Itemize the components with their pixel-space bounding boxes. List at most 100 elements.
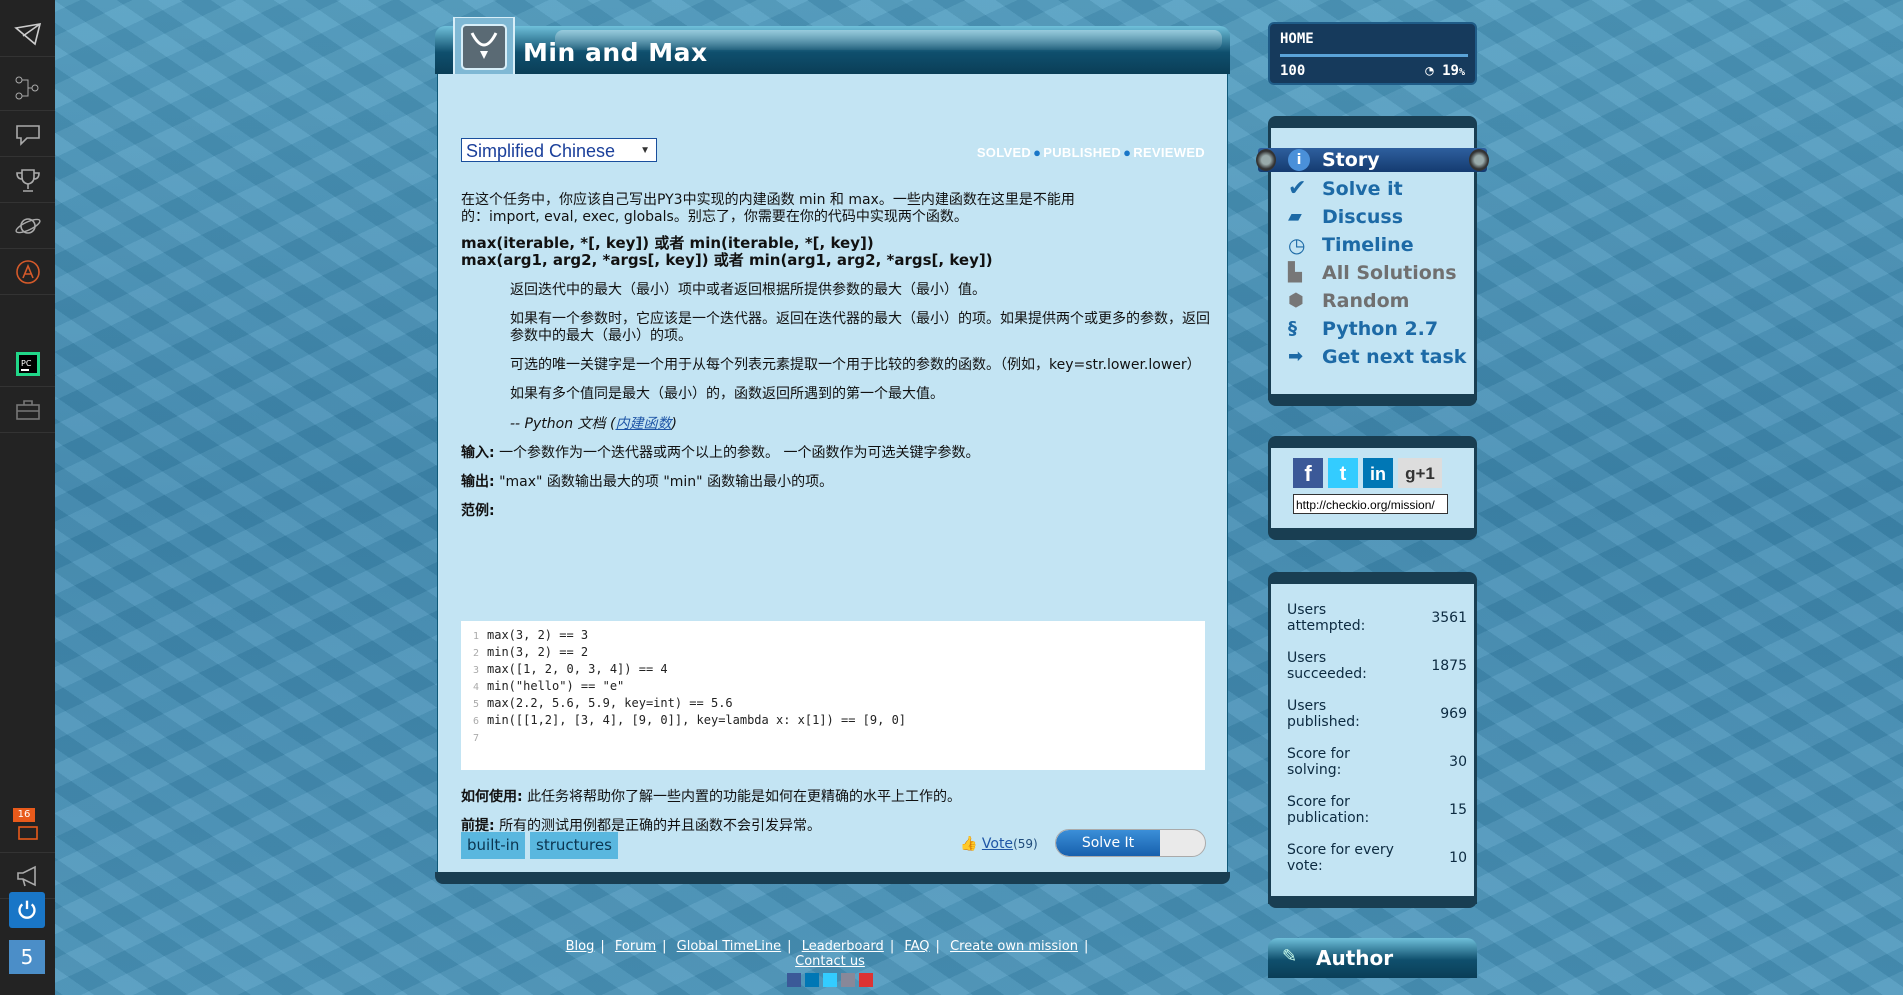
- twitter-icon[interactable]: [823, 973, 837, 987]
- description-2: 如果有一个参数时，它应该是一个迭代器。返回在迭代器的最大（最小）的项。如果提供两…: [510, 311, 1210, 344]
- panel-bottom: [435, 872, 1230, 884]
- vote-link[interactable]: Vote: [982, 836, 1013, 852]
- mail-icon[interactable]: [0, 12, 55, 57]
- home-points: 100: [1280, 63, 1306, 79]
- mission-content: Simplified Chinese ▼ SOLVED ● PUBLISHED ● REV…: [437, 74, 1228, 873]
- chevron-down-icon: ▼: [640, 145, 650, 156]
- menu-python-27[interactable]: § Python 2.7: [1288, 317, 1438, 341]
- output-section: 输出: "max" 函数输出最大的项 "min" 函数输出最小的项。: [461, 474, 834, 490]
- twitter-icon[interactable]: t: [1328, 458, 1358, 488]
- quill-icon: ✎: [1282, 946, 1298, 967]
- power-icon[interactable]: [9, 892, 45, 928]
- linkedin-icon[interactable]: [805, 973, 819, 987]
- footer-link-create-mission[interactable]: Create own mission: [950, 939, 1078, 954]
- doc-link[interactable]: 内建函数: [615, 416, 671, 432]
- tag-built-in[interactable]: built-in: [461, 832, 526, 859]
- menu-timeline[interactable]: ◷ Timeline: [1288, 233, 1414, 257]
- home-widget[interactable]: HOME 100 ◔ 19%: [1268, 22, 1477, 85]
- footer-link-blog[interactable]: Blog: [566, 939, 595, 954]
- menu-discuss[interactable]: ▰ Discuss: [1288, 205, 1403, 229]
- planet-icon[interactable]: [0, 204, 55, 249]
- share-icon[interactable]: [841, 973, 855, 987]
- footer-link-leaderboard[interactable]: Leaderboard: [802, 939, 884, 954]
- footer-link-forum[interactable]: Forum: [615, 939, 656, 954]
- email-icon[interactable]: [859, 973, 873, 987]
- menu-get-next-task[interactable]: ➡ Get next task: [1288, 345, 1466, 369]
- status-published: PUBLISHED: [1043, 145, 1122, 160]
- share-widget: f t in g+1 http://checkio.org/mission/: [1268, 448, 1477, 528]
- signature-1: max(iterable, *[, key]) 或者 min(iterable,…: [461, 234, 874, 252]
- mission-panel: Min and Max Simplified Chinese ▼ SOLVED ● P…: [435, 17, 1230, 887]
- stats-widget: Users attempted: 3561 Users succeeded: 187…: [1268, 584, 1477, 904]
- example-label: 范例:: [461, 503, 495, 519]
- footer: Blog | Forum | Global TimeLine | Leaderboar…: [540, 939, 1120, 987]
- linkedin-icon[interactable]: in: [1363, 458, 1393, 488]
- menu-all-solutions[interactable]: ▙ All Solutions: [1288, 261, 1457, 285]
- tree-icon[interactable]: [0, 66, 55, 111]
- signature-2: max(arg1, arg2, *args[, key]) 或者 min(arg…: [461, 251, 993, 269]
- footer-social: [540, 973, 1120, 987]
- home-progress: ◔ 19%: [1425, 63, 1465, 79]
- menu-random[interactable]: ⬢ Random: [1288, 289, 1409, 313]
- solutions-icon: ▙: [1288, 262, 1302, 283]
- footer-link-global-timeline[interactable]: Global TimeLine: [677, 939, 782, 954]
- intro-text: 在这个任务中，你应该自己写出PY3中实现的内建函数 min 和 max。一些内建…: [461, 192, 1075, 225]
- status-solved: SOLVED: [976, 145, 1032, 160]
- gauge-icon: ◔: [1425, 63, 1434, 79]
- share-url-field[interactable]: http://checkio.org/mission/: [1293, 494, 1448, 514]
- code-line: 7: [472, 733, 479, 744]
- menu-widget-top: [1268, 116, 1477, 128]
- menu-widget-bottom: [1268, 394, 1477, 406]
- language-select[interactable]: Simplified Chinese ▼: [461, 138, 657, 162]
- code-example: 1 max(3, 2) == 3 2 min(3, 2) == 2 3 max([1,…: [461, 621, 1205, 770]
- stat-row: Score for publication: 15: [1287, 794, 1467, 826]
- stat-row: Users succeeded: 1875: [1287, 650, 1467, 682]
- svg-text:PC: PC: [21, 359, 32, 368]
- check-icon: ✔: [1288, 176, 1307, 201]
- notification-count: 16: [13, 808, 35, 822]
- stat-row: Users published: 969: [1287, 698, 1467, 730]
- stat-row: Score for every vote: 10: [1287, 842, 1467, 874]
- howto-section: 如何使用: 此任务将帮助你了解一些内置的功能是如何在更精确的水平上工作的。: [461, 789, 962, 805]
- pycharm-icon[interactable]: PC: [0, 342, 55, 387]
- status-reviewed: REVIEWED: [1133, 145, 1205, 160]
- footer-link-faq[interactable]: FAQ: [904, 939, 929, 954]
- arrow-icon: ➡: [1288, 346, 1304, 367]
- doc-reference: -- Python 文档 (内建函数): [510, 416, 677, 432]
- user-level[interactable]: 5: [9, 940, 45, 974]
- trophy-icon[interactable]: [0, 158, 55, 203]
- stats-widget-top: [1268, 572, 1477, 584]
- mission-title: Min and Max: [523, 38, 708, 67]
- facebook-icon[interactable]: f: [1293, 458, 1323, 488]
- share-widget-bottom: [1268, 528, 1477, 540]
- author-header: ✎ Author: [1268, 938, 1477, 978]
- left-sidebar: PC 16 5: [0, 0, 55, 995]
- facebook-icon[interactable]: [787, 973, 801, 987]
- vote-count: (59): [1013, 837, 1038, 851]
- description-3: 可选的唯一关键字是一个用于从每个列表元素提取一个用于比较的参数的函数。（例如，k…: [510, 357, 1201, 373]
- stat-row: Users attempted: 3561: [1287, 602, 1467, 634]
- vote[interactable]: 👍 Vote(59): [960, 836, 1038, 852]
- menu-solve-it[interactable]: ✔ Solve it: [1288, 177, 1403, 201]
- description-1: 返回迭代中的最大（最小）项中或者返回根据所提供参数的最大（最小）值。: [510, 282, 986, 298]
- share-widget-top: [1268, 436, 1477, 448]
- menu-story[interactable]: i Story: [1288, 148, 1380, 172]
- briefcase-icon[interactable]: [0, 388, 55, 433]
- info-icon: i: [1288, 149, 1310, 171]
- mission-title-bar: Min and Max: [435, 26, 1230, 74]
- discuss-icon: ▰: [1288, 206, 1302, 227]
- description-4: 如果有多个值同是最大（最小）的，函数返回所遇到的第一个最大值。: [510, 386, 944, 402]
- clock-icon: ◷: [1288, 233, 1306, 257]
- author-title: Author: [1316, 946, 1394, 970]
- tag-structures[interactable]: structures: [530, 832, 618, 859]
- python-icon: §: [1288, 318, 1297, 339]
- mission-status: SOLVED ● PUBLISHED ● REVIEWED: [976, 145, 1205, 160]
- input-section: 输入: 一个参数作为一个迭代器或两个以上的参数。 一个函数作为可选关键字参数。: [461, 445, 980, 461]
- google-plus-icon[interactable]: g+1: [1398, 458, 1442, 488]
- thumbs-up-icon: 👍: [960, 836, 978, 852]
- chat-icon[interactable]: [0, 112, 55, 157]
- language-icon[interactable]: [0, 250, 55, 295]
- solve-it-button[interactable]: Solve It: [1055, 829, 1206, 857]
- footer-link-contact[interactable]: Contact us: [795, 954, 865, 969]
- home-title: HOME: [1280, 31, 1314, 47]
